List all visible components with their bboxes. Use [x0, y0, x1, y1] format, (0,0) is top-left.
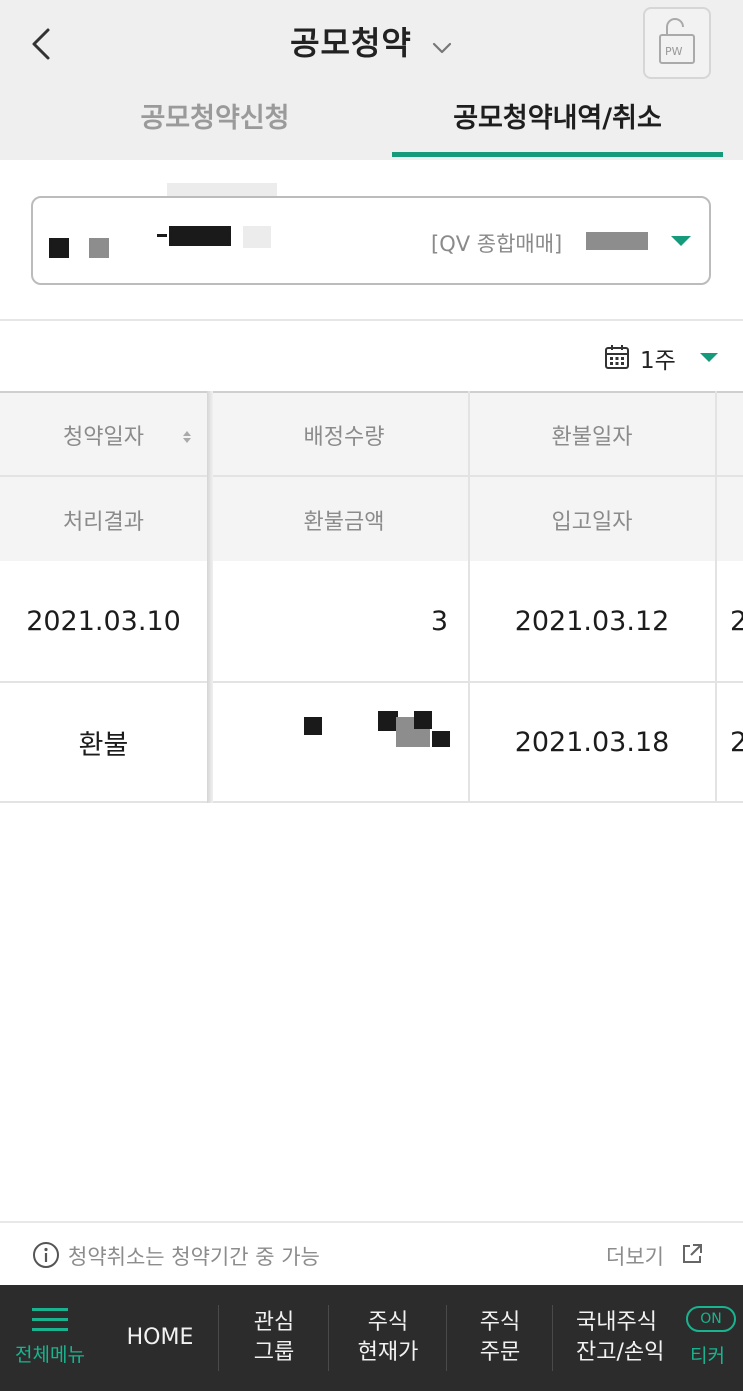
tab-bar: 공모청약신청 공모청약내역/취소 [0, 96, 743, 156]
account-type-label: [QV 종합매매] [431, 232, 563, 256]
redaction-mask [396, 717, 414, 747]
tab-ipo-history-cancel[interactable]: 공모청약내역/취소 [392, 96, 723, 156]
password-lock-button[interactable]: PW [643, 7, 711, 79]
nav-label: 현재가 [357, 1340, 419, 1365]
nav-stock-price[interactable]: 주식 현재가 [330, 1285, 446, 1391]
redaction-mask [586, 232, 648, 250]
table-cell: 3 [220, 561, 448, 681]
clipped-value: 2 [730, 605, 743, 637]
receipt-date: 2021.03.18 [514, 726, 670, 758]
title-dropdown[interactable]: 공모청약 [0, 18, 743, 64]
nav-label: 주문 [479, 1340, 521, 1365]
tab-label: 공모청약신청 [140, 103, 290, 134]
divider [0, 801, 743, 803]
subscription-date: 2021.03.10 [26, 605, 181, 637]
nav-watchlist-group[interactable]: 관심 그룹 [220, 1285, 328, 1391]
table-cell: 2021.03.18 [469, 681, 715, 803]
header-label: 입고일자 [551, 510, 633, 535]
redaction-mask [169, 226, 231, 246]
refund-amount-cell [220, 681, 468, 803]
page-title: 공모청약 [290, 24, 412, 62]
nav-label: 국내주식 [576, 1310, 657, 1335]
column-header[interactable]: 청약일자 [0, 393, 207, 477]
nav-label: HOME [126, 1325, 194, 1350]
divider [468, 391, 470, 803]
nav-divider [552, 1305, 553, 1371]
chevron-down-icon [432, 42, 452, 53]
nav-divider [218, 1305, 219, 1371]
nav-label: 그룹 [253, 1340, 295, 1365]
header-label: 처리결과 [63, 510, 144, 535]
cancel-notice: 청약취소는 청약기간 중 가능 [68, 1245, 320, 1269]
more-link[interactable]: 더보기 [606, 1241, 664, 1271]
divider [715, 391, 717, 803]
divider [0, 475, 743, 477]
clipped-value: 2 [730, 726, 743, 758]
redaction-mask [89, 238, 109, 258]
redaction-mask [243, 226, 271, 248]
nav-label: 관심 [253, 1310, 295, 1335]
sort-icon[interactable] [182, 427, 192, 447]
column-header: 배정수량 [220, 393, 468, 477]
redaction-mask [378, 711, 398, 731]
frozen-column-divider [207, 391, 213, 803]
process-result: 환불 [78, 729, 129, 761]
toggle-label: ON [700, 1311, 722, 1327]
nav-label: 잔고/손익 [576, 1340, 665, 1365]
redaction-mask [304, 717, 322, 735]
redaction-mask [49, 238, 69, 258]
filter-row: 1주 [0, 319, 743, 391]
nav-label: 전체메뉴 [15, 1344, 85, 1366]
redaction-mask [414, 711, 432, 729]
column-header: 환불일자 [469, 393, 715, 477]
table-header: 청약일자 배정수량 환불일자 처리결과 환불금액 입고일자 [0, 391, 743, 561]
active-tab-indicator [392, 152, 723, 157]
header-label: 배정수량 [303, 425, 385, 450]
period-label: 1주 [640, 348, 676, 374]
redaction-mask [414, 729, 430, 747]
ticker-label[interactable]: 티커 [690, 1341, 725, 1368]
refund-date: 2021.03.12 [514, 605, 670, 637]
divider [0, 681, 743, 683]
tab-ipo-apply[interactable]: 공모청약신청 [60, 96, 370, 156]
table-cell-clipped: 2 [730, 561, 743, 681]
unlock-icon [659, 18, 695, 64]
caret-down-icon [671, 236, 691, 246]
column-header: 입고일자 [469, 477, 715, 563]
nav-divider [328, 1305, 329, 1371]
bottom-nav: 전체메뉴 HOME 관심 그룹 주식 현재가 주식 주문 국내주식 잔고/손익 [0, 1285, 743, 1391]
account-selector[interactable]: [QV 종합매매] [31, 196, 711, 285]
pw-label: PW [665, 45, 683, 58]
table-cell: 환불 [0, 681, 207, 803]
nav-divider [446, 1305, 447, 1371]
ticker-toggle[interactable]: ON [686, 1306, 736, 1332]
info-icon [33, 1242, 59, 1268]
external-link-icon[interactable] [680, 1242, 704, 1266]
nav-label: 주식 [367, 1310, 409, 1335]
header-label: 환불금액 [303, 510, 385, 535]
table-cell-clipped: 2 [730, 681, 743, 803]
nav-home[interactable]: HOME [110, 1285, 210, 1391]
column-header: 처리결과 [0, 477, 207, 563]
table-cell: 2021.03.10 [0, 561, 207, 681]
nav-label: 주식 [479, 1310, 521, 1335]
caret-down-icon [700, 353, 718, 362]
redaction-mask [432, 731, 450, 747]
nav-full-menu[interactable]: 전체메뉴 [0, 1285, 100, 1391]
header-label: 환불일자 [551, 425, 633, 450]
table-cell: 2021.03.12 [469, 561, 715, 681]
app-header: 공모청약 PW 공모청약신청 공모청약내역/취소 [0, 0, 743, 160]
allotted-quantity: 3 [430, 605, 448, 637]
redaction-mask [157, 234, 167, 237]
tab-label: 공모청약내역/취소 [453, 103, 662, 134]
header-label: 청약일자 [63, 425, 144, 450]
nav-stock-order[interactable]: 주식 주문 [448, 1285, 552, 1391]
menu-icon [32, 1308, 68, 1331]
nav-domestic-balance[interactable]: 국내주식 잔고/손익 [576, 1285, 686, 1391]
column-header: 환불금액 [220, 477, 468, 563]
calendar-icon [605, 345, 629, 369]
info-bar: 청약취소는 청약기간 중 가능 더보기 [0, 1221, 743, 1285]
